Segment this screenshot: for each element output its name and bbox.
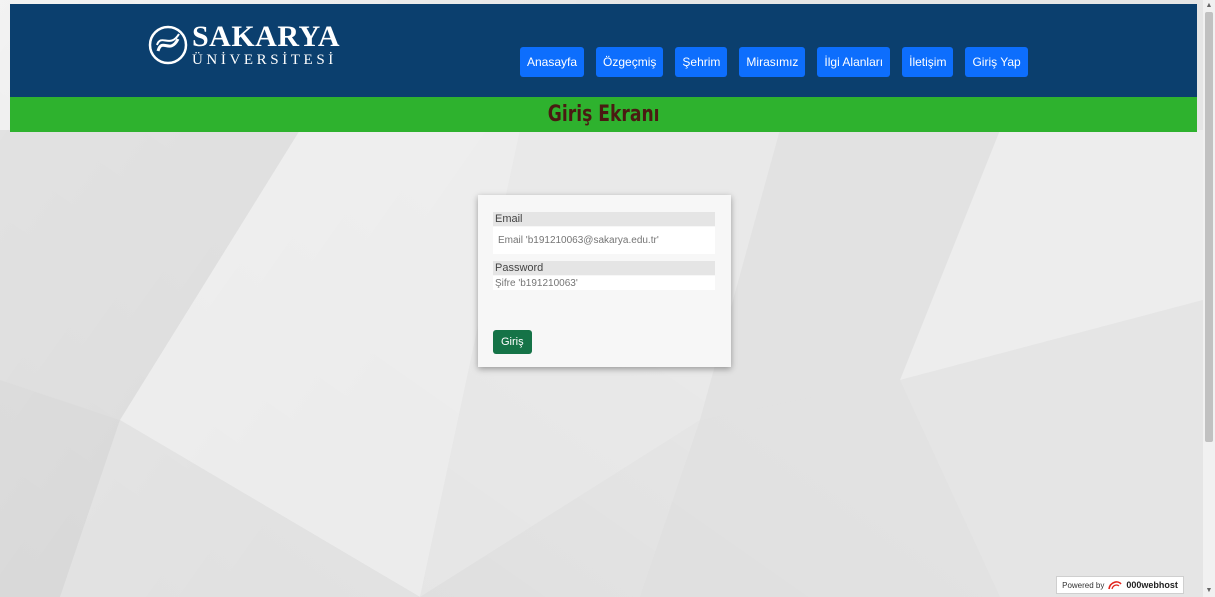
nav-ilgi-alanlari[interactable]: İlgi Alanları [817,47,891,77]
page-background: SAKARYA ÜNİVERSİTESİ Anasayfa Özgeçmiş Ş… [0,0,1203,597]
webhost-logo-icon [1108,581,1122,590]
login-card: Email Password Giriş [478,195,731,367]
password-label: Password [493,261,715,275]
nav-ozgecmis[interactable]: Özgeçmiş [596,47,664,77]
sakarya-logo-icon [148,25,188,65]
nav-sehrim[interactable]: Şehrim [675,47,728,77]
nav-mirasimiz[interactable]: Mirasımız [739,47,806,77]
main-nav: Anasayfa Özgeçmiş Şehrim Mirasımız İlgi … [520,47,1028,77]
email-input[interactable] [493,227,715,254]
nav-giris-yap[interactable]: Giriş Yap [965,47,1028,77]
vertical-scrollbar[interactable]: ▲ ▼ [1203,0,1215,597]
powered-by-badge[interactable]: Powered by 000webhost [1056,576,1184,594]
page-title-bar: Giriş Ekranı [10,97,1197,132]
university-logo[interactable]: SAKARYA ÜNİVERSİTESİ [148,22,340,68]
email-label: Email [493,212,715,226]
nav-iletisim[interactable]: İletişim [902,47,954,77]
page-title: Giriş Ekranı [547,102,660,127]
logo-subtitle: ÜNİVERSİTESİ [192,52,337,68]
host-brand: 000webhost [1126,580,1178,590]
powered-by-text: Powered by [1062,580,1105,590]
nav-anasayfa[interactable]: Anasayfa [520,47,585,77]
scroll-thumb[interactable] [1205,12,1213,442]
scroll-down-arrow-icon[interactable]: ▼ [1203,585,1215,597]
login-submit-button[interactable]: Giriş [493,330,532,354]
scroll-up-arrow-icon[interactable]: ▲ [1203,0,1215,12]
password-input[interactable] [493,276,715,290]
logo-title: SAKARYA [192,20,341,53]
site-header: SAKARYA ÜNİVERSİTESİ Anasayfa Özgeçmiş Ş… [10,4,1197,97]
